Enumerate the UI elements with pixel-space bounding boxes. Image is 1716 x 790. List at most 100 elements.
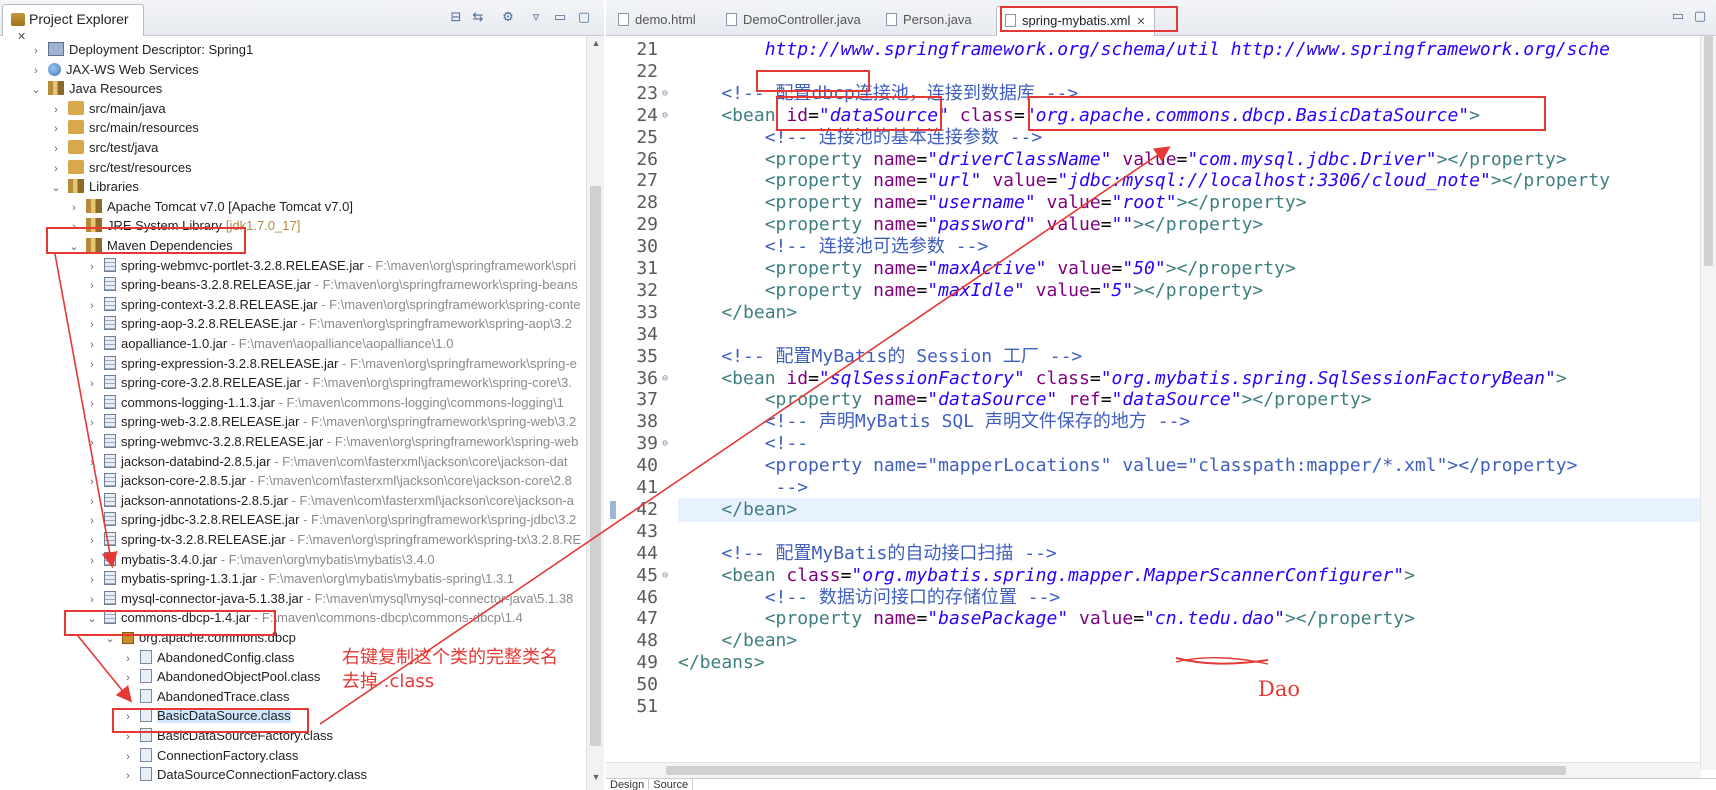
tree-item[interactable]: › spring-web-3.2.8.RELEASE.jar - F:\maven…: [86, 412, 576, 432]
tree-item[interactable]: › src/main/java: [50, 99, 166, 119]
scroll-thumb[interactable]: [666, 766, 1566, 775]
code-line[interactable]: <property name="mapperLocations" value="…: [678, 454, 1578, 478]
tree-item[interactable]: › spring-core-3.2.8.RELEASE.jar - F:\mave…: [86, 373, 572, 393]
chevron-right-icon[interactable]: ›: [86, 374, 98, 394]
chevron-right-icon[interactable]: ›: [86, 551, 98, 571]
chevron-down-icon[interactable]: ⌄: [50, 178, 62, 198]
code-line[interactable]: <property name="basePackage" value="cn.t…: [678, 607, 1415, 631]
chevron-right-icon[interactable]: ›: [86, 394, 98, 414]
chevron-right-icon[interactable]: ›: [122, 688, 134, 708]
code-line[interactable]: </bean>: [678, 497, 1700, 522]
fold-toggle-icon[interactable]: ⊖: [662, 564, 668, 588]
tree-item[interactable]: › aopalliance-1.0.jar - F:\maven\aopallia…: [86, 334, 453, 354]
tree-item[interactable]: › src/test/java: [50, 138, 158, 158]
tree-item[interactable]: › src/test/resources: [50, 158, 192, 178]
chevron-right-icon[interactable]: ›: [86, 355, 98, 375]
tree-item[interactable]: › Apache Tomcat v7.0 [Apache Tomcat v7.0]: [68, 197, 353, 217]
tree-item[interactable]: › spring-webmvc-portlet-3.2.8.RELEASE.jar…: [86, 256, 576, 276]
code-line[interactable]: <!-- 数据访问接口的存储位置 -->: [678, 586, 1061, 610]
scroll-thumb[interactable]: [1704, 36, 1713, 266]
code-line[interactable]: <!-- 声明MyBatis SQL 声明文件保存的地方 -->: [678, 410, 1191, 434]
fold-toggle-icon[interactable]: ⊖: [662, 367, 668, 391]
chevron-right-icon[interactable]: ›: [122, 649, 134, 669]
tree-item[interactable]: › mybatis-3.4.0.jar - F:\maven\org\mybati…: [86, 550, 435, 570]
code-line[interactable]: -->: [678, 476, 809, 500]
tree-item[interactable]: › Deployment Descriptor: Spring1: [30, 40, 253, 60]
code-line[interactable]: <property name="url" value="jdbc:mysql:/…: [678, 169, 1610, 193]
tree-item[interactable]: › commons-logging-1.1.3.jar - F:\maven\co…: [86, 393, 564, 413]
code-line[interactable]: <!-- 配置MyBatis的自动接口扫描 -->: [678, 542, 1056, 566]
editor-horizontal-scrollbar[interactable]: [606, 762, 1700, 778]
chevron-right-icon[interactable]: ›: [86, 453, 98, 473]
code-area[interactable]: 21 http://www.springframework.org/schema…: [606, 36, 1700, 770]
code-line[interactable]: <property name="maxIdle" value="5"></pro…: [678, 279, 1264, 303]
chevron-right-icon[interactable]: ›: [86, 590, 98, 610]
chevron-right-icon[interactable]: ›: [86, 531, 98, 551]
link-editor-icon[interactable]: ⇆: [470, 9, 486, 25]
tree-item[interactable]: › jackson-annotations-2.8.5.jar - F:\mave…: [86, 491, 574, 511]
tab-person-java[interactable]: Person.java: [878, 6, 980, 36]
chevron-right-icon[interactable]: ›: [86, 492, 98, 512]
chevron-right-icon[interactable]: ›: [50, 100, 62, 120]
tab-design[interactable]: Design: [606, 779, 648, 790]
chevron-right-icon[interactable]: ›: [86, 335, 98, 355]
minimize-icon[interactable]: ▭: [1670, 8, 1686, 24]
chevron-right-icon[interactable]: ›: [86, 433, 98, 453]
chevron-right-icon[interactable]: ›: [30, 41, 42, 61]
code-line[interactable]: <property name="driverClassName" value="…: [678, 148, 1567, 172]
fold-toggle-icon[interactable]: ⊖: [662, 82, 668, 106]
code-line[interactable]: <bean class="org.mybatis.spring.mapper.M…: [678, 564, 1415, 588]
chevron-right-icon[interactable]: ›: [68, 198, 80, 218]
chevron-right-icon[interactable]: ›: [50, 159, 62, 179]
chevron-right-icon[interactable]: ›: [86, 296, 98, 316]
chevron-down-icon[interactable]: ⌄: [30, 80, 42, 100]
chevron-right-icon[interactable]: ›: [122, 747, 134, 767]
chevron-right-icon[interactable]: ›: [30, 61, 42, 81]
scroll-down-icon[interactable]: ▼: [587, 772, 605, 788]
tree-item[interactable]: › ConnectionFactory.class: [122, 746, 298, 766]
tree-item[interactable]: › spring-context-3.2.8.RELEASE.jar - F:\m…: [86, 295, 581, 315]
chevron-right-icon[interactable]: ›: [86, 472, 98, 492]
code-line[interactable]: <property name="maxActive" value="50"></…: [678, 257, 1296, 281]
maximize-icon[interactable]: ▢: [576, 9, 592, 25]
tree-item[interactable]: ⌄ Libraries: [50, 177, 139, 197]
tab-project-explorer[interactable]: Project Explorer✕: [2, 4, 144, 43]
fold-toggle-icon[interactable]: ⊖: [662, 104, 668, 128]
tree-item[interactable]: ⌄ Java Resources: [30, 79, 162, 99]
collapse-all-icon[interactable]: ⊟: [448, 9, 464, 25]
code-line[interactable]: <!-- 配置MyBatis的 Session 工厂 -->: [678, 345, 1082, 369]
code-line[interactable]: <property name="password" value=""></pro…: [678, 213, 1264, 237]
tree-item[interactable]: › AbandonedConfig.class: [122, 648, 294, 668]
tree-item[interactable]: › src/main/resources: [50, 118, 199, 138]
tree-item[interactable]: › AbandonedObjectPool.class: [122, 667, 320, 687]
tree-item[interactable]: › spring-jdbc-3.2.8.RELEASE.jar - F:\mave…: [86, 510, 576, 530]
code-line[interactable]: <!-- 连接池可选参数 -->: [678, 235, 989, 259]
fold-toggle-icon[interactable]: ⊖: [662, 432, 668, 456]
scroll-up-icon[interactable]: ▲: [587, 38, 605, 54]
chevron-right-icon[interactable]: ›: [50, 119, 62, 139]
view-menu-icon[interactable]: ▿: [528, 9, 544, 25]
code-line[interactable]: </bean>: [678, 629, 797, 653]
tree-item[interactable]: › jackson-core-2.8.5.jar - F:\maven\com\f…: [86, 471, 572, 491]
chevron-right-icon[interactable]: ›: [86, 511, 98, 531]
chevron-right-icon[interactable]: ›: [50, 139, 62, 159]
tree-item[interactable]: › mysql-connector-java-5.1.38.jar - F:\ma…: [86, 589, 573, 609]
tree-item[interactable]: › spring-tx-3.2.8.RELEASE.jar - F:\maven\…: [86, 530, 581, 550]
chevron-right-icon[interactable]: ›: [86, 315, 98, 335]
chevron-right-icon[interactable]: ›: [86, 413, 98, 433]
chevron-right-icon[interactable]: ›: [86, 276, 98, 296]
tree-item[interactable]: › spring-beans-3.2.8.RELEASE.jar - F:\mav…: [86, 275, 578, 295]
filters-icon[interactable]: ⚙: [500, 9, 516, 25]
code-line[interactable]: </bean>: [678, 301, 797, 325]
tree-item[interactable]: › JAX-WS Web Services: [30, 60, 199, 80]
chevron-right-icon[interactable]: ›: [86, 570, 98, 590]
code-line[interactable]: <!--: [678, 432, 808, 456]
tree-item[interactable]: › spring-aop-3.2.8.RELEASE.jar - F:\maven…: [86, 314, 572, 334]
code-line[interactable]: <property name="username" value="root"><…: [678, 191, 1307, 215]
tab-democontroller-java[interactable]: DemoController.java: [718, 6, 869, 36]
maximize-icon[interactable]: ▢: [1692, 8, 1708, 24]
tree-item[interactable]: › DataSourceConnectionFactory.class: [122, 765, 367, 785]
chevron-right-icon[interactable]: ›: [86, 257, 98, 277]
tree-item[interactable]: › spring-webmvc-3.2.8.RELEASE.jar - F:\ma…: [86, 432, 578, 452]
tree-item[interactable]: › mybatis-spring-1.3.1.jar - F:\maven\org…: [86, 569, 514, 589]
